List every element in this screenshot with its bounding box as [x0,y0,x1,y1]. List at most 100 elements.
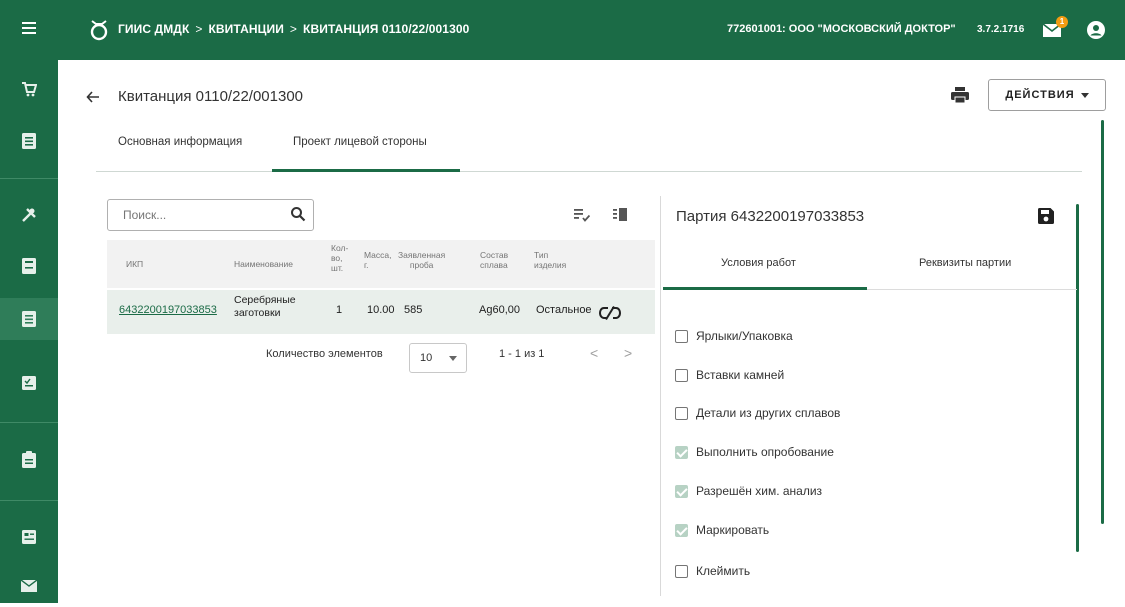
columns-icon[interactable] [613,208,627,222]
checkbox[interactable] [675,564,688,578]
column-header-mass-line: Масса, [364,250,392,260]
sidebar-item-archive[interactable] [0,245,58,287]
column-header-qty-line: шт. [331,263,344,273]
column-header-type[interactable]: Тип изделия [534,250,566,270]
page-size-select[interactable]: 10 [409,343,467,373]
item-alloy: Ag60,00 [479,304,520,316]
column-header-qty-line: Кол- [331,243,349,253]
panel-divider [660,196,661,596]
page-size-value: 10 [420,352,433,364]
checkbox-label: Ярлыки/Упаковка [696,329,793,343]
checkbox-label: Клеймить [696,564,751,578]
column-header-mass[interactable]: Масса, г. [364,250,392,270]
version-label: 3.7.2.1716 [977,24,1025,35]
breadcrumb-item[interactable]: ГИИС ДМДК [118,22,189,36]
sidebar-item-mail[interactable] [0,565,58,607]
option-hallmark[interactable]: Клеймить [675,563,750,579]
column-header-name[interactable]: Наименование [234,259,293,269]
sidebar-divider [0,422,58,423]
tab-bar: Основная информация Проект лицевой сторо… [96,124,1082,172]
column-header-qty[interactable]: Кол- во, шт. [331,243,348,273]
breadcrumb: ГИИС ДМДК > КВИТАНЦИИ > КВИТАНЦИЯ 0110/2… [118,22,469,36]
item-name: Серебряные заготовки [234,294,296,320]
checkbox-label: Вставки камней [696,368,785,382]
sidebar-item-list[interactable] [0,120,58,162]
sidebar-item-documents[interactable] [0,298,58,340]
tab-active-indicator [272,169,460,172]
sidebar-item-tools[interactable] [0,194,58,236]
page-scrollbar[interactable] [1101,120,1104,524]
checkbox-checked[interactable] [675,445,688,459]
save-icon[interactable] [1038,208,1054,224]
batch-tab-bar: Условия работ Реквизиты партии [663,240,1077,290]
page-title: Квитанция 0110/22/001300 [118,88,304,105]
column-header-mass-line: г. [364,260,369,270]
option-assay[interactable]: Выполнить опробование [675,444,834,460]
page-range: 1 - 1 из 1 [499,348,545,360]
menu-icon[interactable] [22,22,36,34]
checkbox-checked[interactable] [675,523,688,537]
column-header-alloy-line: Состав [480,250,509,260]
sidebar-item-card[interactable] [0,516,58,558]
option-marking[interactable]: Маркировать [675,522,769,538]
sidebar-divider [0,178,58,179]
column-header-type-line: изделия [534,260,567,270]
table-header: ИКП Наименование Кол- во, шт. Масса, г. … [107,240,655,288]
item-type: Остальное [536,304,592,316]
next-page-button[interactable]: > [624,345,632,361]
option-chem-analysis[interactable]: Разрешён хим. анализ [675,483,822,499]
search-input[interactable] [123,208,283,222]
checkbox[interactable] [675,368,688,382]
sidebar-item-cart[interactable] [0,68,58,110]
tab-active-indicator [663,287,867,290]
checkbox-checked[interactable] [675,484,688,498]
checkbox-label: Маркировать [696,523,770,537]
item-proba: 585 [404,304,423,316]
caret-down-icon [449,356,457,361]
option-labels-packaging[interactable]: Ярлыки/Упаковка [675,328,793,344]
item-qty: 1 [336,304,343,316]
item-name-line: Серебряные [234,294,296,306]
actions-button[interactable]: ДЕЙСТВИЯ [988,79,1106,111]
clipboard-icon [22,450,36,468]
column-header-ikp[interactable]: ИКП [126,259,143,269]
cart-icon [22,82,37,97]
table-row[interactable]: 6432200197033853 Серебряные заготовки 1 … [107,290,655,334]
card-icon [22,530,36,544]
column-header-alloy[interactable]: Состав сплава [480,250,508,270]
breadcrumb-item[interactable]: КВИТАНЦИИ [208,22,283,36]
checkbox-label: Разрешён хим. анализ [696,484,823,498]
print-icon[interactable] [951,86,969,104]
breadcrumb-separator: > [195,22,203,36]
tab-front-project[interactable]: Проект лицевой стороны [293,136,427,148]
sidebar [0,60,58,603]
tools-icon [22,208,36,222]
tab-main-info[interactable]: Основная информация [118,136,242,148]
checkbox[interactable] [675,329,688,343]
sort-list-icon[interactable] [574,208,590,222]
checkbox-label: Выполнить опробование [696,445,834,459]
search-icon[interactable] [290,206,306,222]
option-other-alloys[interactable]: Детали из других сплавов [675,405,840,421]
column-header-qty-line: во, [331,253,343,263]
unlink-icon[interactable] [599,305,621,321]
column-header-proba-line: Заявленная [398,250,446,260]
column-header-proba[interactable]: Заявленная проба [398,250,445,270]
organization-name[interactable]: 772601001: ООО "МОСКОВСКИЙ ДОКТОР" [727,23,956,35]
tab-batch-details[interactable]: Реквизиты партии [919,257,1011,269]
batch-title: Партия 6432200197033853 [676,208,865,225]
back-arrow-icon[interactable] [86,90,100,104]
checkbox-label: Детали из других сплавов [696,406,841,420]
account-icon[interactable] [1087,21,1105,39]
prev-page-button[interactable]: < [590,345,598,361]
caret-down-icon [1080,92,1089,98]
option-stone-inserts[interactable]: Вставки камней [675,367,784,383]
document-icon [22,311,36,327]
tab-work-conditions[interactable]: Условия работ [721,257,796,269]
sidebar-item-checklist[interactable] [0,362,58,404]
sidebar-item-clipboard[interactable] [0,438,58,480]
checklist-icon [22,376,36,390]
top-bar: ГИИС ДМДК > КВИТАНЦИИ > КВИТАНЦИЯ 0110/2… [0,0,1125,60]
ikp-link[interactable]: 6432200197033853 [119,304,217,316]
checkbox[interactable] [675,406,688,420]
